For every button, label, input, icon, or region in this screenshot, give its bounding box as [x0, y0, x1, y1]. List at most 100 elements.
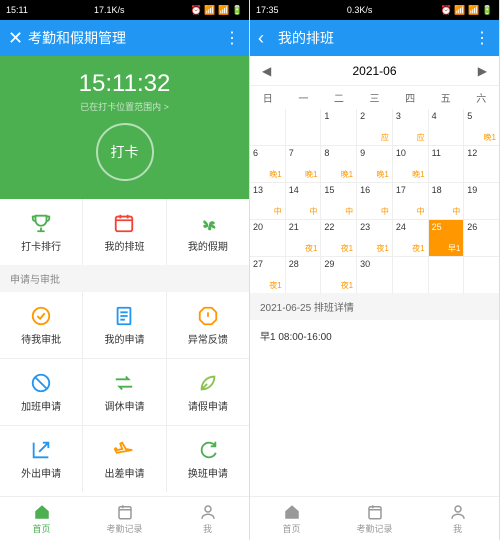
calendar-grid: 12应3应 45晚1 6晚17晚18晚19晚110晚11112 13中14中15 中 16…	[250, 109, 499, 293]
calendar-day[interactable]: 29 夜1	[321, 257, 356, 293]
grid-cell[interactable]: 打卡排行	[0, 199, 82, 265]
calendar-day[interactable]: 8晚1	[321, 146, 356, 182]
calendar-day	[286, 109, 321, 145]
month-label: 2021-06	[352, 64, 396, 78]
day-number: 17	[396, 185, 425, 195]
calendar-day[interactable]: 21夜1	[286, 220, 321, 256]
calendar-day	[393, 257, 428, 293]
status-icons: ⏰ 📶 📶 🔋	[441, 5, 493, 16]
shift-tag: 夜1	[412, 243, 424, 254]
grid-cell[interactable]: 我的排班	[83, 199, 165, 265]
more-icon[interactable]: ⋮	[474, 28, 491, 48]
calendar-day[interactable]: 17中	[393, 183, 428, 219]
calendar-day[interactable]: 12	[464, 146, 499, 182]
day-number: 16	[360, 185, 389, 195]
grid-cell[interactable]: 调休申请	[83, 359, 165, 425]
trophy-icon	[30, 212, 52, 234]
nav-tab[interactable]: 我	[416, 497, 499, 540]
calendar-day[interactable]: 2应	[357, 109, 392, 145]
day-number: 27	[253, 259, 282, 269]
warn-icon	[197, 305, 219, 327]
grid-cell[interactable]: 换班申请	[167, 426, 249, 492]
calendar-day[interactable]: 30	[357, 257, 392, 293]
nav-tab[interactable]: 首页	[250, 497, 333, 540]
grid-cell[interactable]: 我的假期	[167, 199, 249, 265]
phone-right: 17:35 0.3K/s ⏰ 📶 📶 🔋 ‹ 我的排班 ⋮ ◀ 2021-06 …	[250, 0, 500, 540]
calendar-day[interactable]: 13中	[250, 183, 285, 219]
calendar-day[interactable]: 4	[429, 109, 464, 145]
status-icons: ⏰ 📶 📶 🔋	[191, 5, 243, 16]
calendar-day[interactable]: 6晚1	[250, 146, 285, 182]
more-icon[interactable]: ⋮	[224, 28, 241, 48]
calendar-icon	[113, 212, 135, 234]
status-speed: 17.1K/s	[94, 5, 125, 15]
day-number: 18	[432, 185, 461, 195]
day-number: 15	[324, 185, 353, 195]
grid-cell[interactable]: 加班申请	[0, 359, 82, 425]
grid-cell[interactable]: 请假申请	[167, 359, 249, 425]
calendar-day[interactable]: 24夜1	[393, 220, 428, 256]
shift-tag: 夜1	[269, 280, 281, 291]
record-icon	[366, 503, 384, 521]
page-title: 考勤和假期管理	[28, 28, 126, 48]
calendar-day[interactable]: 22夜1	[321, 220, 356, 256]
calendar-day[interactable]: 25早1	[429, 220, 464, 256]
back-icon[interactable]: ✕	[8, 28, 28, 49]
nav-label: 首页	[32, 522, 50, 535]
location-hint[interactable]: 已在打卡位置范围内 >	[0, 100, 249, 113]
back-icon[interactable]: ‹	[258, 28, 278, 49]
grid-cell[interactable]: 出差申请	[83, 426, 165, 492]
calendar-day[interactable]: 1	[321, 109, 356, 145]
nav-tab[interactable]: 考勤记录	[333, 497, 416, 540]
grid-cell[interactable]: 异常反馈	[167, 292, 249, 358]
calendar-day[interactable]: 5晚1	[464, 109, 499, 145]
calendar-day[interactable]: 9晚1	[357, 146, 392, 182]
grid-cell[interactable]: 外出申请	[0, 426, 82, 492]
calendar-day[interactable]: 26	[464, 220, 499, 256]
home-icon	[283, 503, 301, 521]
nav-tab[interactable]: 首页	[0, 497, 83, 540]
day-number: 29	[324, 259, 353, 269]
calendar-day[interactable]: 10晚1	[393, 146, 428, 182]
calendar-day[interactable]: 18中	[429, 183, 464, 219]
shift-tag: 中	[345, 206, 353, 217]
calendar-day[interactable]: 20	[250, 220, 285, 256]
prev-month-icon[interactable]: ◀	[262, 64, 271, 78]
nav-tab[interactable]: 考勤记录	[83, 497, 166, 540]
calendar-day[interactable]: 16中	[357, 183, 392, 219]
cell-label: 异常反馈	[188, 331, 228, 346]
punch-button[interactable]: 打卡	[96, 123, 154, 181]
cell-label: 调休申请	[104, 398, 144, 413]
shift-tag: 晚1	[412, 169, 424, 180]
day-number: 3	[396, 111, 425, 121]
calendar-day[interactable]: 11	[429, 146, 464, 182]
calendar-day[interactable]: 27 夜1	[250, 257, 285, 293]
shift-tag: 夜1	[376, 243, 388, 254]
shift-tag: 夜1	[305, 243, 317, 254]
ban-icon	[30, 372, 52, 394]
day-number: 23	[360, 222, 389, 232]
day-number: 22	[324, 222, 353, 232]
grid-cell[interactable]: 我的申请	[83, 292, 165, 358]
calendar-day	[464, 257, 499, 293]
nav-tab[interactable]: 我	[166, 497, 249, 540]
calendar-day[interactable]: 14中	[286, 183, 321, 219]
title-bar: ‹ 我的排班 ⋮	[250, 20, 499, 56]
day-number: 4	[432, 111, 461, 121]
shift-tag: 夜1	[341, 280, 353, 291]
calendar-day[interactable]: 7晚1	[286, 146, 321, 182]
day-number: 30	[360, 259, 389, 269]
next-month-icon[interactable]: ▶	[478, 64, 487, 78]
calendar-day[interactable]: 28	[286, 257, 321, 293]
calendar-day[interactable]: 23 夜1	[357, 220, 392, 256]
cell-label: 外出申请	[21, 465, 61, 480]
calendar-day[interactable]: 15 中	[321, 183, 356, 219]
calendar-day[interactable]: 3应	[393, 109, 428, 145]
cell-label: 请假申请	[188, 398, 228, 413]
cell-label: 换班申请	[188, 465, 228, 480]
day-number: 26	[467, 222, 496, 232]
day-number: 20	[253, 222, 282, 232]
weekday: 三	[357, 90, 393, 105]
calendar-day[interactable]: 19	[464, 183, 499, 219]
grid-cell[interactable]: 待我审批	[0, 292, 82, 358]
